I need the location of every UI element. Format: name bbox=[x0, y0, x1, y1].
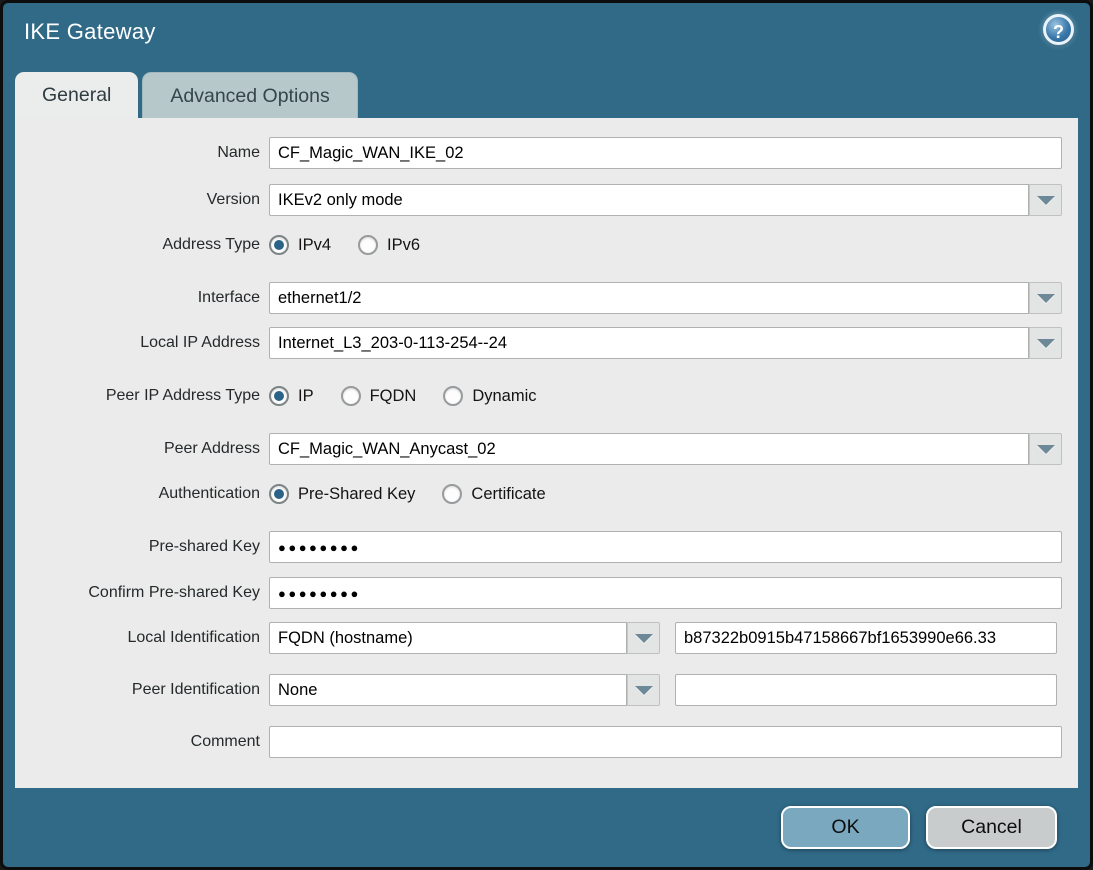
chevron-down-icon bbox=[635, 634, 653, 643]
chevron-down-icon bbox=[1037, 339, 1055, 348]
peer-address-label: Peer Address bbox=[15, 440, 260, 458]
radio-pre-shared-key[interactable]: Pre-Shared Key bbox=[269, 484, 415, 504]
interface-dropdown bbox=[269, 282, 1062, 314]
comment-label: Comment bbox=[15, 733, 260, 751]
radio-dynamic-label: Dynamic bbox=[472, 387, 536, 406]
peer-address-dropdown-button[interactable] bbox=[1029, 433, 1062, 465]
tab-general[interactable]: General bbox=[15, 72, 138, 118]
peer-identification-type-dropdown bbox=[269, 674, 660, 706]
local-ip-input[interactable] bbox=[269, 327, 1029, 359]
peer-address-input[interactable] bbox=[269, 433, 1029, 465]
preshared-key-row: Pre-shared Key bbox=[15, 531, 1062, 563]
local-identification-label: Local Identification bbox=[15, 629, 260, 647]
local-identification-row: Local Identification bbox=[15, 622, 1062, 654]
version-row: Version bbox=[15, 184, 1062, 216]
version-input[interactable] bbox=[269, 184, 1029, 216]
version-dropdown bbox=[269, 184, 1062, 216]
local-identification-value-input[interactable] bbox=[675, 622, 1057, 654]
chevron-down-icon bbox=[635, 686, 653, 695]
peer-ip-type-row: Peer IP Address Type IP FQDN Dynamic bbox=[15, 384, 1062, 408]
name-label: Name bbox=[15, 144, 260, 162]
preshared-key-label: Pre-shared Key bbox=[15, 538, 260, 556]
radio-fqdn-label: FQDN bbox=[370, 387, 417, 406]
preshared-key-input[interactable] bbox=[269, 531, 1062, 563]
interface-label: Interface bbox=[15, 289, 260, 307]
radio-ipv4[interactable]: IPv4 bbox=[269, 235, 331, 255]
interface-input[interactable] bbox=[269, 282, 1029, 314]
radio-button-icon bbox=[269, 484, 289, 504]
tab-advanced-options[interactable]: Advanced Options bbox=[142, 72, 357, 118]
peer-identification-dropdown-button[interactable] bbox=[627, 674, 660, 706]
authentication-label: Authentication bbox=[15, 485, 260, 503]
peer-ip-type-label: Peer IP Address Type bbox=[15, 387, 260, 405]
local-ip-dropdown-button[interactable] bbox=[1029, 327, 1062, 359]
radio-button-icon bbox=[341, 386, 361, 406]
radio-button-icon bbox=[358, 235, 378, 255]
version-dropdown-button[interactable] bbox=[1029, 184, 1062, 216]
local-ip-label: Local IP Address bbox=[15, 334, 260, 352]
dialog-title: IKE Gateway bbox=[24, 19, 156, 45]
ok-button[interactable]: OK bbox=[781, 806, 910, 849]
radio-certificate-label: Certificate bbox=[471, 485, 545, 504]
radio-button-icon bbox=[269, 235, 289, 255]
radio-ipv6-label: IPv6 bbox=[387, 236, 420, 255]
ike-gateway-dialog: IKE Gateway ? General Advanced Options N… bbox=[0, 0, 1093, 870]
local-identification-type-input[interactable] bbox=[269, 622, 627, 654]
confirm-preshared-key-label: Confirm Pre-shared Key bbox=[15, 584, 260, 602]
peer-identification-label: Peer Identification bbox=[15, 681, 260, 699]
name-row: Name bbox=[15, 137, 1062, 169]
local-identification-dropdown-button[interactable] bbox=[627, 622, 660, 654]
confirm-preshared-key-input[interactable] bbox=[269, 577, 1062, 609]
radio-ipv4-label: IPv4 bbox=[298, 236, 331, 255]
version-label: Version bbox=[15, 191, 260, 209]
cancel-button[interactable]: Cancel bbox=[926, 806, 1057, 849]
radio-fqdn[interactable]: FQDN bbox=[341, 386, 417, 406]
help-icon[interactable]: ? bbox=[1043, 14, 1074, 45]
tab-bar: General Advanced Options bbox=[15, 72, 358, 118]
peer-identification-row: Peer Identification bbox=[15, 674, 1062, 706]
comment-row: Comment bbox=[15, 726, 1062, 758]
radio-dynamic[interactable]: Dynamic bbox=[443, 386, 536, 406]
authentication-row: Authentication Pre-Shared Key Certificat… bbox=[15, 482, 1062, 506]
address-type-label: Address Type bbox=[15, 236, 260, 254]
chevron-down-icon bbox=[1037, 445, 1055, 454]
chevron-down-icon bbox=[1037, 196, 1055, 205]
address-type-row: Address Type IPv4 IPv6 bbox=[15, 233, 1062, 257]
radio-button-icon bbox=[442, 484, 462, 504]
peer-identification-type-input[interactable] bbox=[269, 674, 627, 706]
interface-dropdown-button[interactable] bbox=[1029, 282, 1062, 314]
peer-address-dropdown bbox=[269, 433, 1062, 465]
radio-ip[interactable]: IP bbox=[269, 386, 314, 406]
dialog-footer: OK Cancel bbox=[3, 788, 1090, 867]
radio-ip-label: IP bbox=[298, 387, 314, 406]
radio-button-icon bbox=[443, 386, 463, 406]
chevron-down-icon bbox=[1037, 294, 1055, 303]
radio-psk-label: Pre-Shared Key bbox=[298, 485, 415, 504]
radio-ipv6[interactable]: IPv6 bbox=[358, 235, 420, 255]
name-input[interactable] bbox=[269, 137, 1062, 169]
confirm-preshared-key-row: Confirm Pre-shared Key bbox=[15, 577, 1062, 609]
interface-row: Interface bbox=[15, 282, 1062, 314]
local-ip-row: Local IP Address bbox=[15, 327, 1062, 359]
comment-input[interactable] bbox=[269, 726, 1062, 758]
dialog-titlebar: IKE Gateway ? bbox=[3, 3, 1090, 65]
local-identification-type-dropdown bbox=[269, 622, 660, 654]
peer-address-row: Peer Address bbox=[15, 433, 1062, 465]
local-ip-dropdown bbox=[269, 327, 1062, 359]
general-tab-panel: Name Version Address Type IPv4 bbox=[15, 118, 1078, 788]
radio-certificate[interactable]: Certificate bbox=[442, 484, 545, 504]
radio-button-icon bbox=[269, 386, 289, 406]
peer-identification-value-input[interactable] bbox=[675, 674, 1057, 706]
